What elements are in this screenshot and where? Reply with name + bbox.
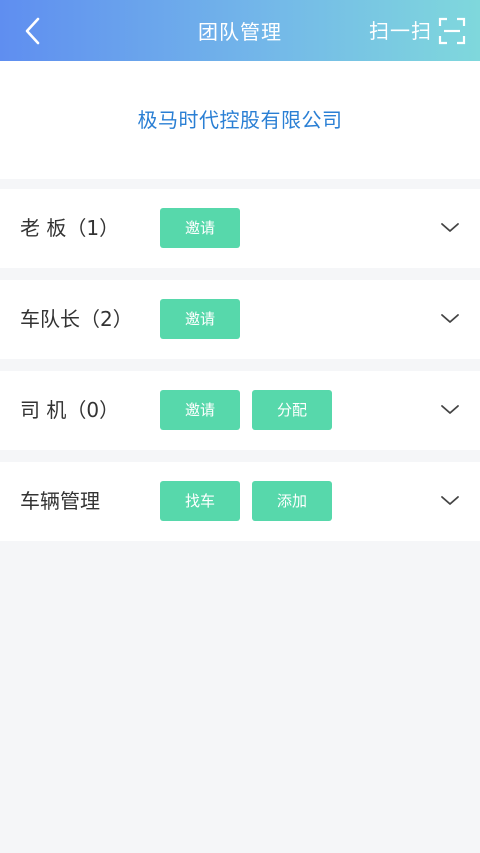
add-vehicle-button[interactable]: 添加 <box>252 481 332 521</box>
section-boss[interactable]: 老 板（1） 邀请 <box>0 189 480 268</box>
chevron-down-icon[interactable] <box>440 309 460 329</box>
section-label: 车队长（2） <box>20 307 133 331</box>
company-card: 极马时代控股有限公司 <box>0 61 480 179</box>
section-label: 司 机（0） <box>20 398 120 422</box>
section-driver[interactable]: 司 机（0） 邀请 分配 <box>0 371 480 450</box>
top-bar: 团队管理 扫一扫 <box>0 0 480 61</box>
find-vehicle-button[interactable]: 找车 <box>160 481 240 521</box>
scan-button[interactable]: 扫一扫 <box>369 14 466 48</box>
invite-captain-button[interactable]: 邀请 <box>160 299 240 339</box>
section-vehicle-management[interactable]: 车辆管理 找车 添加 <box>0 462 480 541</box>
scan-label: 扫一扫 <box>369 19 432 43</box>
chevron-down-icon[interactable] <box>440 491 460 511</box>
section-label: 老 板（1） <box>20 216 120 240</box>
invite-boss-button[interactable]: 邀请 <box>160 208 240 248</box>
chevron-down-icon[interactable] <box>440 400 460 420</box>
chevron-down-icon[interactable] <box>440 218 460 238</box>
company-name: 极马时代控股有限公司 <box>137 108 343 132</box>
section-fleet-captain[interactable]: 车队长（2） 邀请 <box>0 280 480 359</box>
assign-driver-button[interactable]: 分配 <box>252 390 332 430</box>
scan-icon <box>438 17 466 45</box>
section-label: 车辆管理 <box>20 489 100 513</box>
invite-driver-button[interactable]: 邀请 <box>160 390 240 430</box>
